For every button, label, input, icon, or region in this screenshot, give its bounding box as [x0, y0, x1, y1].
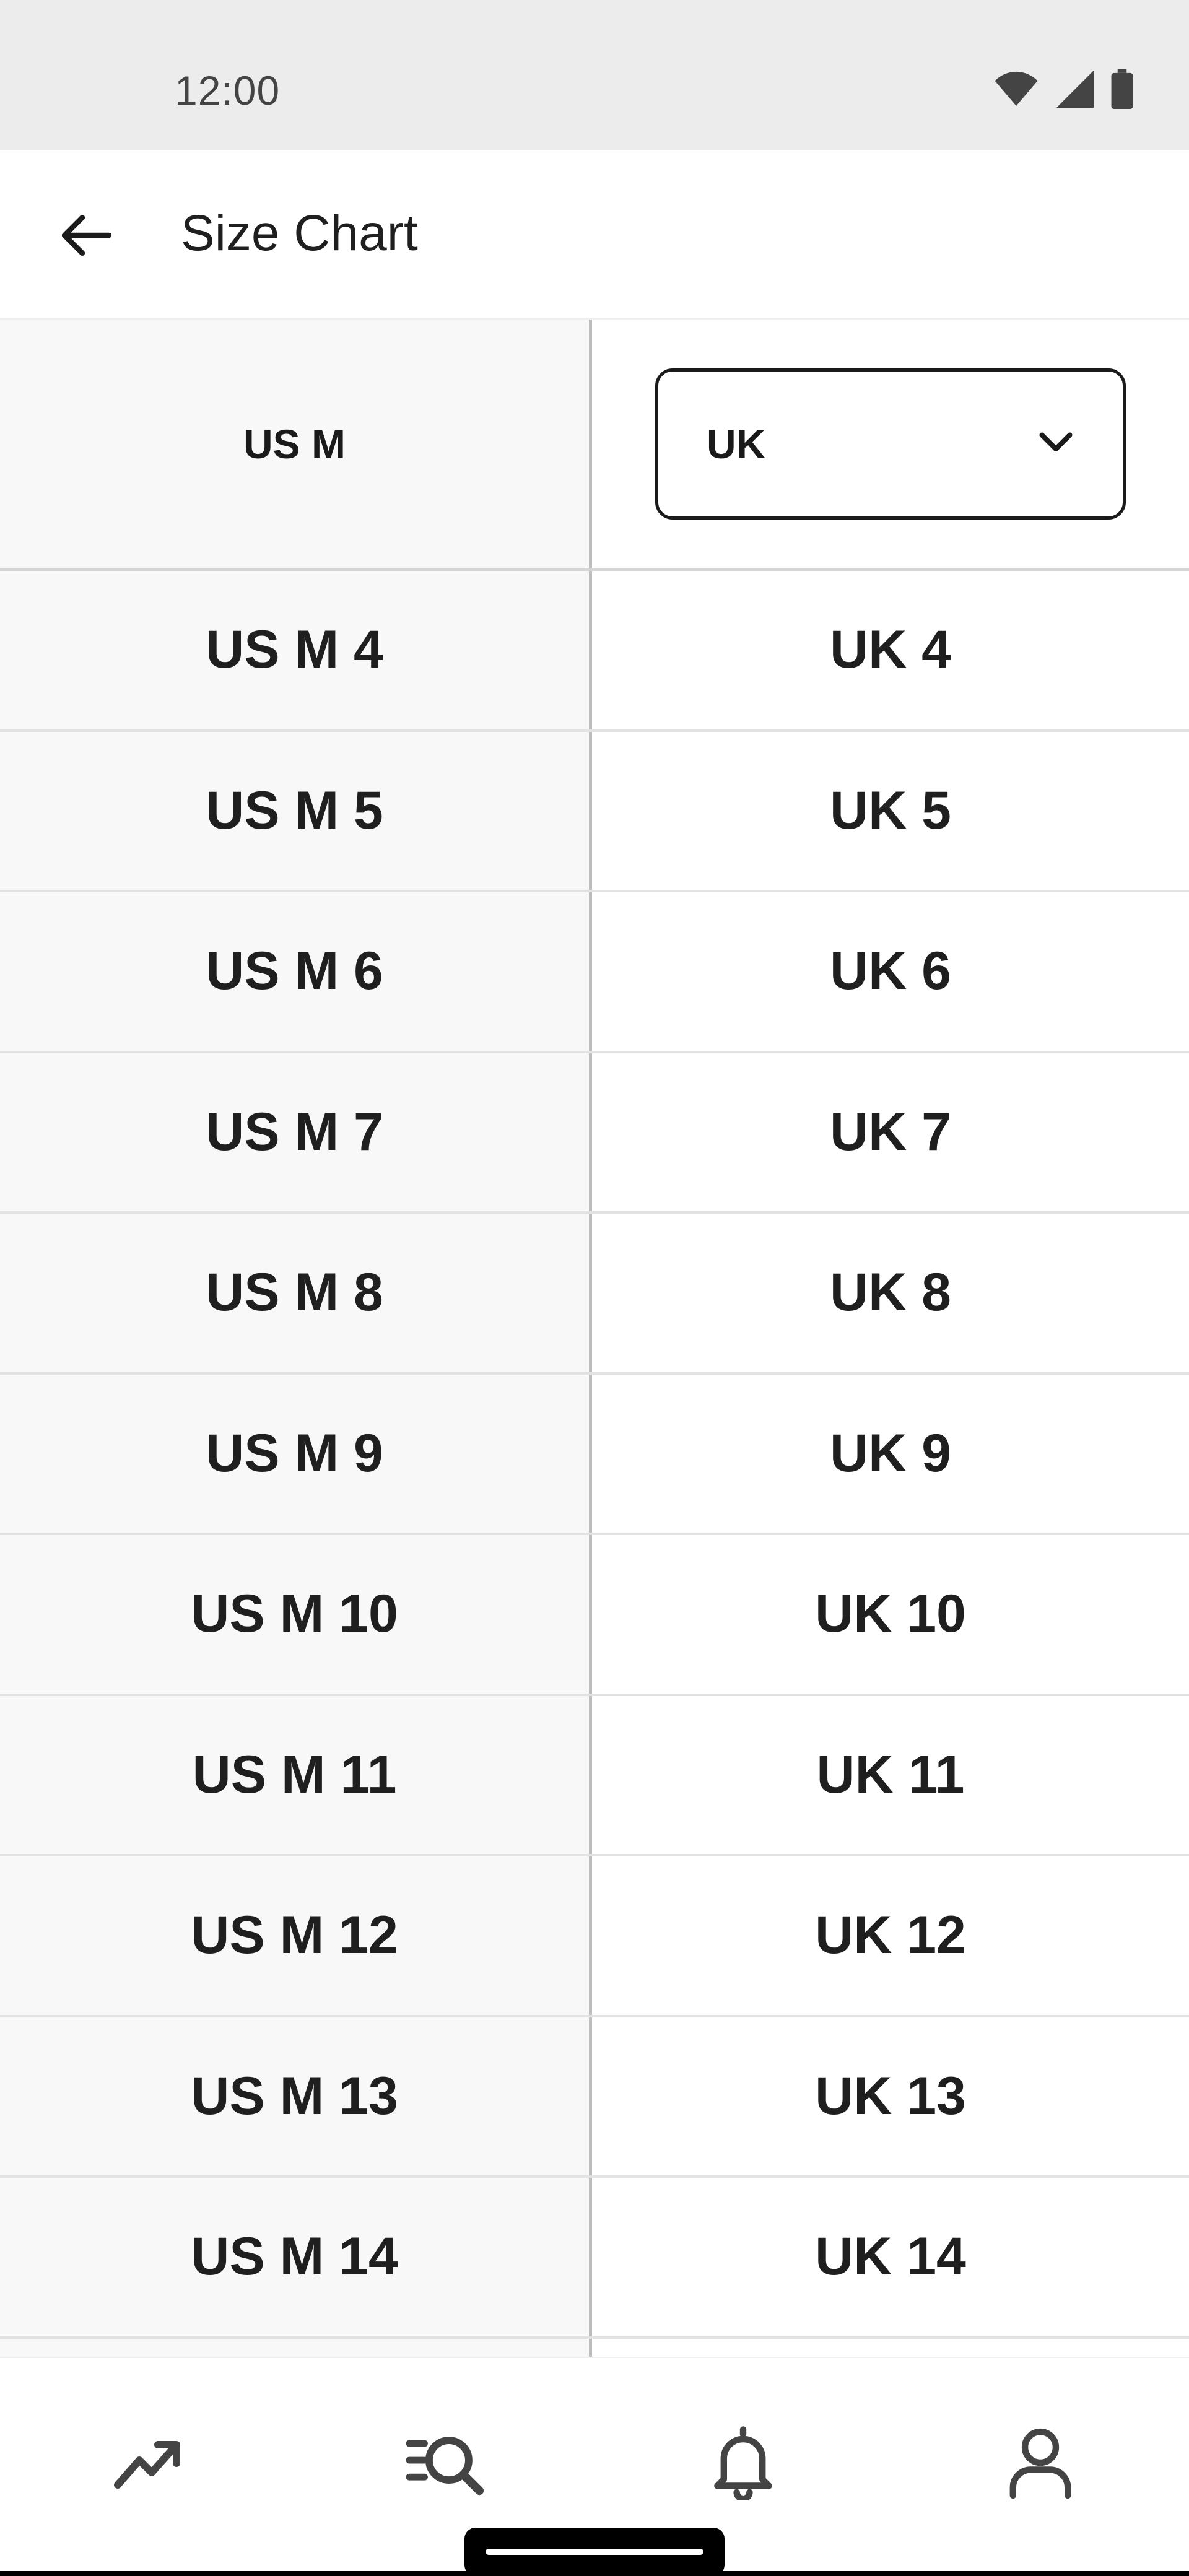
uk-size-label: UK 8 — [830, 1263, 951, 1323]
us-size-label: US M 9 — [206, 1423, 383, 1483]
table-row: US M 10 UK 10 — [0, 1535, 1189, 1696]
wifi-icon — [993, 71, 1039, 111]
trending-icon — [111, 2432, 186, 2497]
table-row: US M 4 UK 4 — [0, 571, 1189, 732]
left-column-header-label: US M — [243, 421, 346, 467]
uk-size-cell: UK 12 — [592, 1856, 1189, 2015]
us-size-cell: US M 9 — [0, 1374, 592, 1533]
left-column-header: US M — [0, 320, 592, 568]
nav-item-notifications[interactable] — [594, 2358, 892, 2571]
uk-size-cell: UK 14 — [592, 2178, 1189, 2336]
table-header-row: US M UK — [0, 320, 1189, 571]
table-row: US M 14 UK 14 — [0, 2178, 1189, 2339]
us-size-cell: US M 7 — [0, 1053, 592, 1211]
us-size-cell: US M 12 — [0, 1856, 592, 2015]
status-icons — [993, 69, 1133, 112]
profile-icon — [1008, 2427, 1073, 2502]
uk-size-label: UK 13 — [815, 2066, 966, 2126]
back-button[interactable] — [50, 199, 124, 274]
us-size-cell: US M 14 — [0, 2178, 592, 2336]
table-row: US M 6 UK 6 — [0, 892, 1189, 1053]
us-size-label: US M 14 — [191, 2227, 398, 2287]
bottom-navigation — [0, 2357, 1189, 2571]
uk-size-cell: UK 13 — [592, 2017, 1189, 2175]
uk-size-cell: UK 4 — [592, 571, 1189, 729]
uk-size-label: UK 11 — [816, 1744, 965, 1804]
table-body: US M 4 UK 4 US M 5 UK 5 US M 6 UK 6 US M… — [0, 571, 1189, 2357]
system-navigation-bar — [0, 2571, 1189, 2576]
us-size-cell: US M 10 — [0, 1535, 592, 1694]
size-system-select[interactable]: UK — [655, 368, 1126, 520]
right-column-header: UK — [592, 320, 1189, 568]
us-size-cell: US M 8 — [0, 1214, 592, 1372]
status-bar: 12:00 — [0, 0, 1189, 150]
uk-size-cell — [592, 2338, 1189, 2357]
uk-size-cell: UK 7 — [592, 1053, 1189, 1211]
us-size-cell: US M 6 — [0, 892, 592, 1051]
table-row: US M 13 UK 13 — [0, 2017, 1189, 2178]
nav-item-profile[interactable] — [892, 2358, 1189, 2571]
us-size-label: US M 12 — [191, 1905, 398, 1965]
us-size-cell — [0, 2338, 592, 2357]
us-size-label: US M 7 — [206, 1102, 383, 1162]
uk-size-cell: UK 6 — [592, 892, 1189, 1051]
status-time: 12:00 — [175, 67, 281, 113]
size-chart-table[interactable]: US M UK US M 4 UK 4 US M 5 UK 5 US M 6 U… — [0, 320, 1189, 2357]
us-size-cell: US M 11 — [0, 1695, 592, 1854]
chevron-down-icon — [1037, 430, 1074, 458]
us-size-cell: US M 13 — [0, 2017, 592, 2175]
arrow-left-icon — [60, 212, 113, 261]
gesture-handle[interactable] — [486, 2549, 703, 2555]
us-size-label: US M 10 — [191, 1584, 398, 1644]
table-row: US M 7 UK 7 — [0, 1053, 1189, 1214]
bell-icon — [711, 2426, 775, 2504]
uk-size-cell: UK 8 — [592, 1214, 1189, 1372]
battery-icon — [1111, 69, 1133, 112]
uk-size-label: UK 5 — [830, 780, 951, 840]
uk-size-label: UK 12 — [815, 1905, 966, 1965]
table-row: US M 9 UK 9 — [0, 1374, 1189, 1535]
uk-size-cell: UK 11 — [592, 1695, 1189, 1854]
us-size-label: US M 4 — [206, 620, 383, 680]
us-size-label: US M 11 — [192, 1744, 397, 1804]
table-row: US M 12 UK 12 — [0, 1856, 1189, 2017]
nav-item-trending[interactable] — [0, 2358, 297, 2571]
uk-size-label: UK 6 — [830, 941, 951, 1001]
uk-size-label: UK 9 — [830, 1423, 951, 1483]
uk-size-cell: UK 5 — [592, 731, 1189, 890]
nav-item-search[interactable] — [297, 2358, 594, 2571]
uk-size-label: UK 14 — [815, 2227, 966, 2287]
cellular-signal-icon — [1056, 71, 1094, 111]
us-size-label: US M 13 — [191, 2066, 398, 2126]
us-size-label: US M 8 — [206, 1263, 383, 1323]
page-title: Size Chart — [181, 205, 418, 261]
table-row: US M 11 UK 11 — [0, 1695, 1189, 1856]
uk-size-label: UK 10 — [815, 1584, 966, 1644]
table-row: US M 5 UK 5 — [0, 731, 1189, 892]
uk-size-label: UK 7 — [830, 1102, 951, 1162]
app-bar: Size Chart — [0, 150, 1189, 320]
size-system-select-value: UK — [707, 421, 766, 467]
us-size-label: US M 6 — [206, 941, 383, 1001]
table-row-partial — [0, 2338, 1189, 2357]
uk-size-label: UK 4 — [830, 620, 951, 680]
uk-size-cell: UK 9 — [592, 1374, 1189, 1533]
us-size-cell: US M 4 — [0, 571, 592, 729]
search-list-icon — [406, 2431, 486, 2499]
table-row: US M 8 UK 8 — [0, 1214, 1189, 1375]
us-size-cell: US M 5 — [0, 731, 592, 890]
uk-size-cell: UK 10 — [592, 1535, 1189, 1694]
us-size-label: US M 5 — [206, 780, 383, 840]
